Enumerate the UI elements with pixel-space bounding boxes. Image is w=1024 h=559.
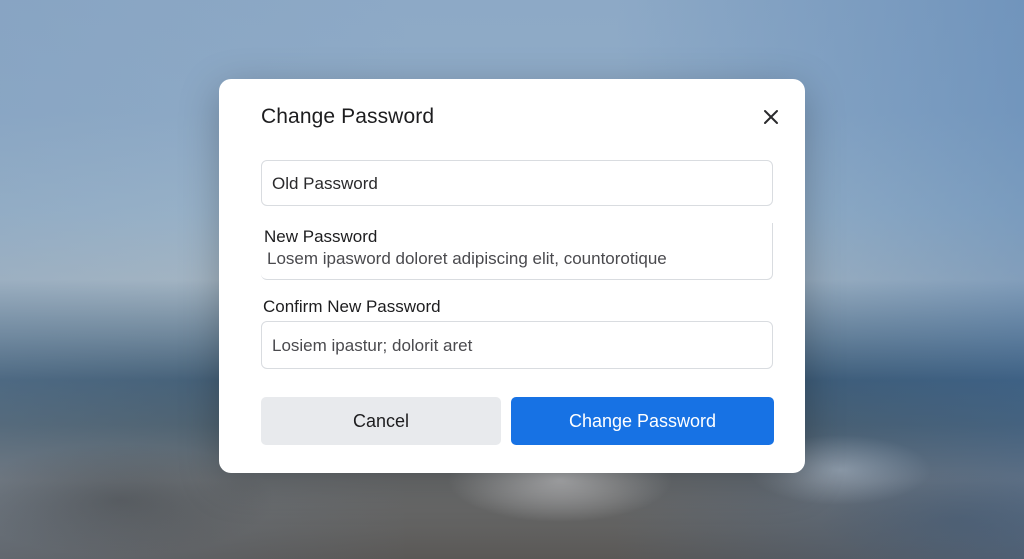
old-password-field[interactable]: Old Password [261,160,773,206]
close-icon [764,110,778,124]
change-password-dialog: Change Password Old Password New Passwor… [219,79,805,473]
confirm-password-value: Losiem ipastur; dolorit aret [272,336,473,355]
dialog-title: Change Password [261,105,435,128]
confirm-password-field[interactable]: Losiem ipastur; dolorit aret [261,321,773,369]
cancel-button[interactable]: Cancel [261,397,501,445]
old-password-placeholder: Old Password [272,174,378,193]
new-password-value: Losem ipasword doloret adipiscing elit, … [267,249,667,268]
confirm-password-label: Confirm New Password [263,297,441,316]
change-password-button[interactable]: Change Password [511,397,774,445]
close-button[interactable] [757,103,785,131]
new-password-label: New Password [264,227,378,246]
